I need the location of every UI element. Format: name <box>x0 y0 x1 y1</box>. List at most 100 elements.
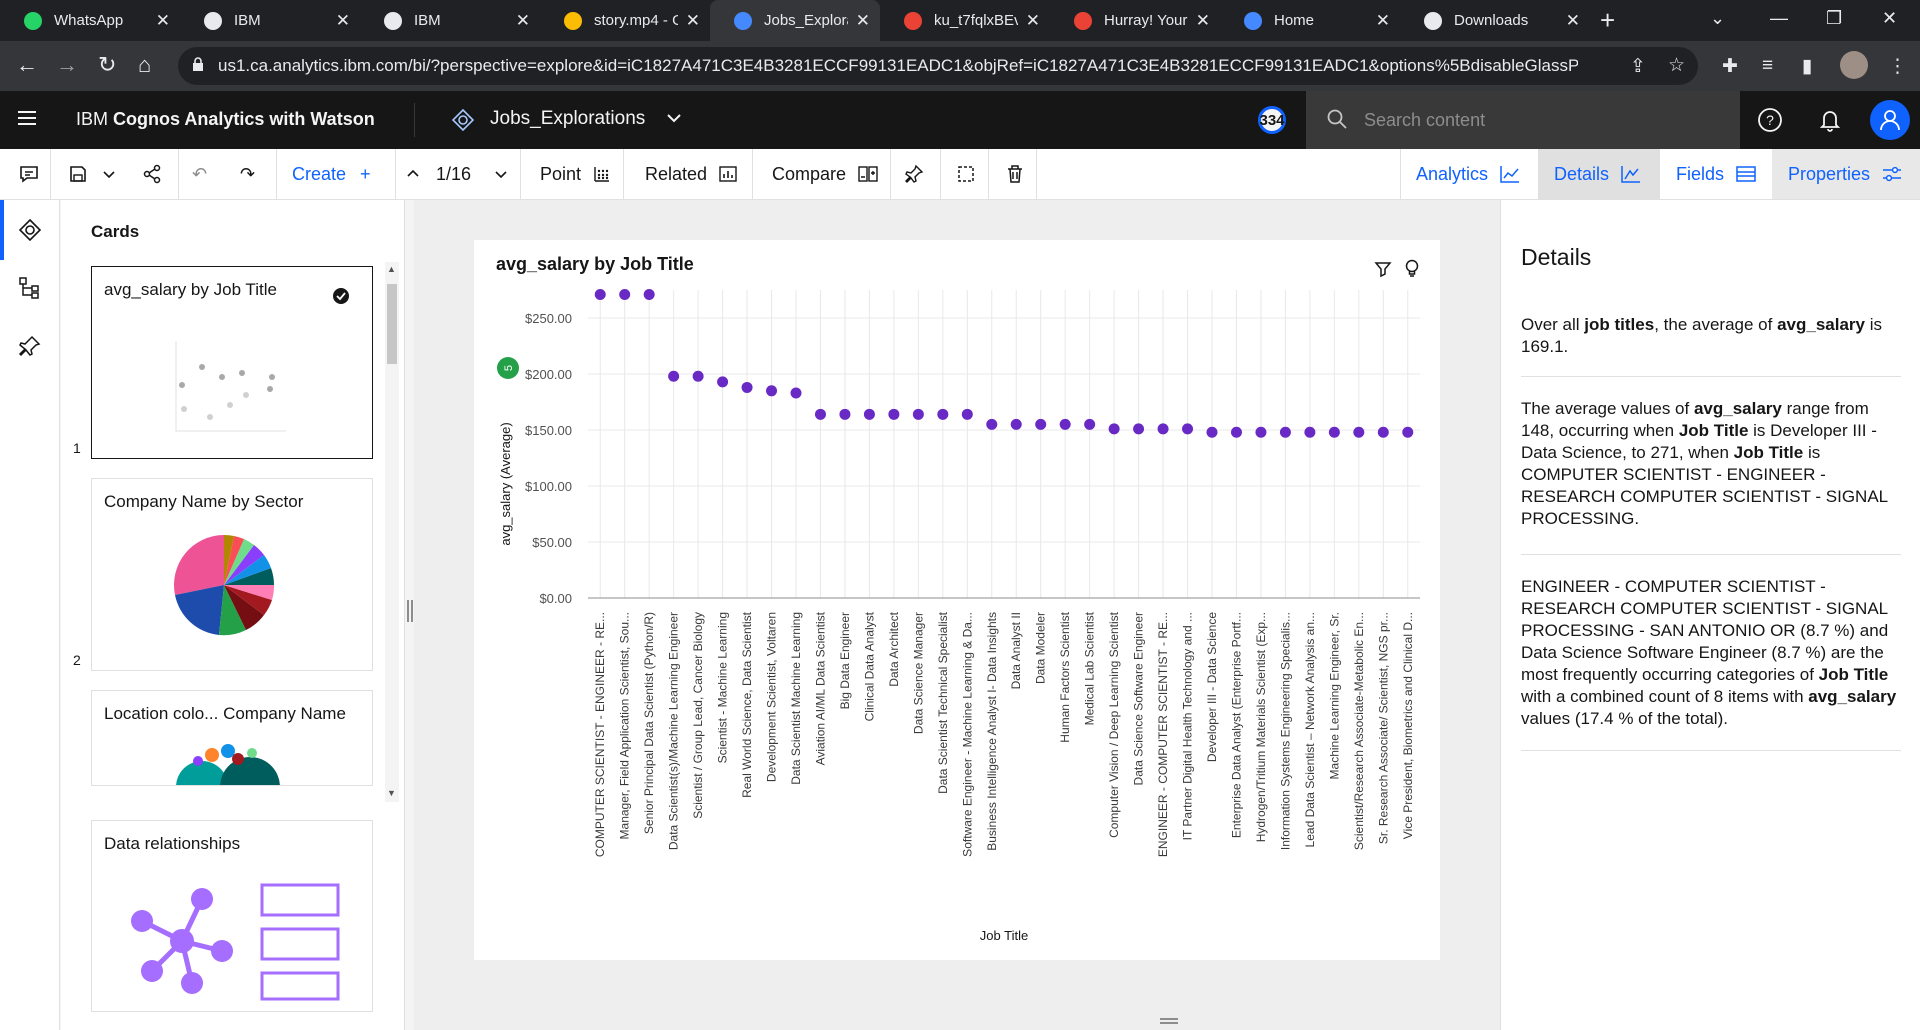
insight-text: , the average of <box>1654 315 1778 334</box>
comment-icon[interactable] <box>18 149 40 199</box>
relationships-thumbnail <box>131 883 340 1001</box>
fields-tab[interactable]: Fields <box>1660 149 1772 199</box>
browser-tab[interactable]: story.mp4 - Go ✕ <box>540 0 710 41</box>
close-tab-icon[interactable]: ✕ <box>156 11 170 31</box>
close-tab-icon[interactable]: ✕ <box>1566 11 1580 31</box>
details-tab[interactable]: Details <box>1538 149 1660 199</box>
previous-card-chevron-up-icon[interactable] <box>406 149 420 199</box>
save-icon[interactable] <box>68 149 88 199</box>
data-point <box>643 288 655 300</box>
close-tab-icon[interactable]: ✕ <box>1196 11 1210 31</box>
hamburger-menu-icon[interactable] <box>18 111 36 125</box>
x-tick-label: COMPUTER SCIENTIST - ENGINEER - RE... <box>593 612 607 857</box>
bottom-resize-handle[interactable] <box>1160 1018 1178 1024</box>
back-button[interactable]: ← <box>16 53 38 77</box>
data-point <box>594 288 606 300</box>
chevron-down-icon[interactable] <box>665 109 683 132</box>
cards-scrollbar-thumb[interactable] <box>387 284 397 364</box>
home-button[interactable]: ⌂ <box>138 53 151 77</box>
browser-tab-title: IBM <box>414 12 441 29</box>
browser-menu-icon[interactable]: ⋮ <box>1888 55 1907 78</box>
browser-tab[interactable]: IBM ✕ <box>360 0 540 41</box>
close-tab-icon[interactable]: ✕ <box>516 11 530 31</box>
chart-card[interactable]: avg_salary by Job Title $0.00 $50.00 $100.… <box>474 240 1440 960</box>
data-point <box>619 288 631 300</box>
related-chart-icon <box>719 166 737 182</box>
search-input[interactable] <box>1364 108 1724 132</box>
compare-icon <box>858 166 878 182</box>
y-axis-title: avg_salary (Average) <box>498 422 513 545</box>
pin-icon[interactable] <box>904 149 924 199</box>
hierarchy-icon[interactable] <box>18 276 42 300</box>
close-tab-icon[interactable]: ✕ <box>1376 11 1390 31</box>
delete-icon[interactable] <box>1006 149 1024 199</box>
exploration-title[interactable]: Jobs_Explorations <box>490 108 645 130</box>
minimize-button[interactable]: — <box>1770 8 1788 29</box>
browser-tab[interactable]: IBM ✕ <box>180 0 360 41</box>
properties-tab[interactable]: Properties <box>1772 149 1920 199</box>
select-area-icon[interactable] <box>956 149 976 199</box>
point-button[interactable]: Point <box>540 149 611 199</box>
browser-tab[interactable]: WhatsApp ✕ <box>0 0 180 41</box>
related-button[interactable]: Related <box>645 149 737 199</box>
browser-tab[interactable]: ku_t7fqlxBEv6 ✕ <box>880 0 1050 41</box>
undo-icon[interactable]: ↶ <box>192 149 207 199</box>
card-title: Data relationships <box>104 834 241 853</box>
panel-resize-handle[interactable] <box>407 600 413 622</box>
cards-view-icon[interactable] <box>18 218 42 242</box>
left-icon-rail <box>0 200 60 1030</box>
data-point <box>863 408 875 420</box>
close-tab-icon[interactable]: ✕ <box>686 11 700 31</box>
share-icon[interactable]: ⇪ <box>1630 55 1646 78</box>
extensions-icon[interactable]: ✚ <box>1722 55 1738 78</box>
card-avg-salary-by-job-title[interactable]: avg_salary by Job Title <box>91 266 373 459</box>
scroll-down-icon[interactable]: ▼ <box>387 788 396 798</box>
google-photos-icon <box>904 11 922 30</box>
restore-button[interactable]: ❐ <box>1826 8 1842 29</box>
next-card-chevron-down-icon[interactable] <box>494 149 508 199</box>
reload-button[interactable]: ↻ <box>98 53 116 77</box>
browser-tab[interactable]: Downloads ✕ <box>1400 0 1590 41</box>
analytics-tab[interactable]: Analytics <box>1400 149 1538 199</box>
x-tick-label: Big Data Engineer <box>838 612 852 709</box>
new-tab-button[interactable]: + <box>1600 6 1615 34</box>
media-control-icon[interactable]: ≡ <box>1762 55 1773 77</box>
search-box[interactable] <box>1306 91 1740 149</box>
close-tab-icon[interactable]: ✕ <box>336 11 350 31</box>
card-company-name-by-sector[interactable]: Company Name by Sector <box>91 478 373 671</box>
profile-avatar[interactable] <box>1840 51 1868 79</box>
create-button[interactable]: Create + <box>292 149 371 199</box>
close-window-button[interactable]: ✕ <box>1882 8 1897 29</box>
notification-bell-icon[interactable] <box>1816 106 1844 134</box>
compare-button[interactable]: Compare <box>772 149 878 199</box>
bookmark-star-icon[interactable]: ☆ <box>1668 54 1685 77</box>
help-icon[interactable]: ? <box>1756 106 1784 134</box>
omnibox[interactable]: us1.ca.analytics.ibm.com/bi/?perspective… <box>178 47 1698 85</box>
search-icon <box>1327 109 1347 129</box>
user-count-badge[interactable]: 334 <box>1258 106 1286 134</box>
card-title: Location colo... Company Name <box>104 704 346 723</box>
browser-tab[interactable]: Home ✕ <box>1220 0 1400 41</box>
close-tab-icon[interactable]: ✕ <box>1026 11 1040 31</box>
redo-icon[interactable]: ↷ <box>240 149 255 199</box>
scroll-up-icon[interactable]: ▲ <box>387 264 396 274</box>
pin-rail-icon[interactable] <box>18 334 42 358</box>
close-tab-icon[interactable]: ✕ <box>856 11 870 31</box>
side-panel-icon[interactable]: ▮ <box>1802 55 1812 78</box>
x-tick-label: Data Science Software Engineer <box>1132 612 1146 785</box>
browser-tab-title: Downloads <box>1454 12 1529 29</box>
card-data-relationships[interactable]: Data relationships <box>91 820 373 1012</box>
tab-search-chevron-icon[interactable]: ⌄ <box>1710 8 1725 29</box>
user-profile-button[interactable] <box>1870 100 1910 140</box>
browser-tab[interactable]: Jobs_Explorati ✕ <box>710 0 880 41</box>
card-location-company-name[interactable]: Location colo... Company Name <box>91 690 373 786</box>
point-label: Point <box>540 163 582 184</box>
browser-tab[interactable]: Hurray! Your T ✕ <box>1050 0 1220 41</box>
x-tick-label: Sr. Research Associate/ Scientist, NGS p… <box>1376 612 1390 844</box>
forward-button[interactable]: → <box>56 53 78 77</box>
data-point <box>1182 423 1194 435</box>
bubble-thumbnail <box>176 744 280 785</box>
save-chevron-down-icon[interactable] <box>102 149 116 199</box>
share-network-icon[interactable] <box>142 149 162 199</box>
x-tick-label: Computer Vision / Deep Learning Scientis… <box>1107 611 1121 838</box>
